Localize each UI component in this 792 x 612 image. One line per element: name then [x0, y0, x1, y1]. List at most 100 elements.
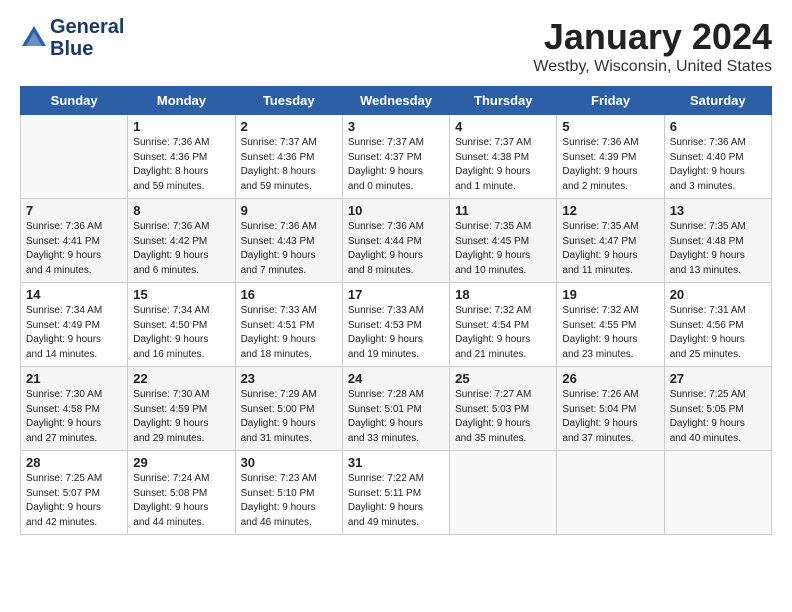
calendar-cell: 13 Sunrise: 7:35 AM Sunset: 4:48 PM Dayli…: [664, 199, 771, 283]
day-number: 21: [26, 371, 122, 386]
location: Westby, Wisconsin, United States: [533, 58, 772, 76]
day-info: Sunrise: 7:27 AM Sunset: 5:03 PM Dayligh…: [455, 388, 551, 446]
header: General Blue January 2024 Westby, Wiscon…: [20, 16, 772, 76]
calendar-cell: [664, 451, 771, 535]
calendar-cell: 4Sunrise: 7:37 AM Sunset: 4:38 PM Daylig…: [450, 115, 557, 199]
day-info: Sunrise: 7:37 AM Sunset: 4:37 PM Dayligh…: [348, 136, 444, 194]
calendar-cell: 31 Sunrise: 7:22 AM Sunset: 5:11 PM Dayli…: [342, 451, 449, 535]
calendar-cell: 1Sunrise: 7:36 AM Sunset: 4:36 PM Daylig…: [128, 115, 235, 199]
day-info: Sunrise: 7:34 AM Sunset: 4:49 PM Dayligh…: [26, 304, 122, 362]
calendar-cell: 9Sunrise: 7:36 AM Sunset: 4:43 PM Daylig…: [235, 199, 342, 283]
logo-text: General Blue: [50, 16, 124, 60]
month-title: January 2024: [533, 16, 772, 58]
calendar-cell: 17 Sunrise: 7:33 AM Sunset: 4:53 PM Dayli…: [342, 283, 449, 367]
day-info: Sunrise: 7:34 AM Sunset: 4:50 PM Dayligh…: [133, 304, 229, 362]
calendar-cell: 12 Sunrise: 7:35 AM Sunset: 4:47 PM Dayli…: [557, 199, 664, 283]
day-number: 10: [348, 203, 444, 218]
calendar-cell: 27 Sunrise: 7:25 AM Sunset: 5:05 PM Dayli…: [664, 367, 771, 451]
calendar-week-2: 7 Sunrise: 7:36 AM Sunset: 4:41 PM Daylig…: [21, 199, 772, 283]
calendar-cell: 6 Sunrise: 7:36 AM Sunset: 4:40 PM Daylig…: [664, 115, 771, 199]
day-info: Sunrise: 7:32 AM Sunset: 4:54 PM Dayligh…: [455, 304, 551, 362]
day-number: 30: [241, 455, 337, 470]
weekday-header-thursday: Thursday: [450, 87, 557, 115]
weekday-header-friday: Friday: [557, 87, 664, 115]
day-number: 25: [455, 371, 551, 386]
day-info: Sunrise: 7:32 AM Sunset: 4:55 PM Dayligh…: [562, 304, 658, 362]
day-number: 13: [670, 203, 766, 218]
day-number: 26: [562, 371, 658, 386]
calendar-cell: 22Sunrise: 7:30 AM Sunset: 4:59 PM Dayli…: [128, 367, 235, 451]
weekday-header-monday: Monday: [128, 87, 235, 115]
calendar-week-5: 28 Sunrise: 7:25 AM Sunset: 5:07 PM Dayli…: [21, 451, 772, 535]
day-info: Sunrise: 7:36 AM Sunset: 4:41 PM Dayligh…: [26, 220, 122, 278]
calendar-cell: 26 Sunrise: 7:26 AM Sunset: 5:04 PM Dayli…: [557, 367, 664, 451]
calendar-cell: [21, 115, 128, 199]
weekday-header-wednesday: Wednesday: [342, 87, 449, 115]
calendar-cell: 3 Sunrise: 7:37 AM Sunset: 4:37 PM Daylig…: [342, 115, 449, 199]
day-number: 22: [133, 371, 229, 386]
weekday-header-sunday: Sunday: [21, 87, 128, 115]
calendar-cell: [557, 451, 664, 535]
calendar-cell: 20 Sunrise: 7:31 AM Sunset: 4:56 PM Dayli…: [664, 283, 771, 367]
day-info: Sunrise: 7:36 AM Sunset: 4:40 PM Dayligh…: [670, 136, 766, 194]
day-info: Sunrise: 7:36 AM Sunset: 4:42 PM Dayligh…: [133, 220, 229, 278]
day-number: 1: [133, 119, 229, 134]
page: General Blue January 2024 Westby, Wiscon…: [0, 0, 792, 545]
day-number: 17: [348, 287, 444, 302]
day-number: 23: [241, 371, 337, 386]
day-number: 15: [133, 287, 229, 302]
day-number: 7: [26, 203, 122, 218]
calendar-cell: 8Sunrise: 7:36 AM Sunset: 4:42 PM Daylig…: [128, 199, 235, 283]
calendar-cell: 21 Sunrise: 7:30 AM Sunset: 4:58 PM Dayli…: [21, 367, 128, 451]
day-number: 28: [26, 455, 122, 470]
day-info: Sunrise: 7:35 AM Sunset: 4:48 PM Dayligh…: [670, 220, 766, 278]
day-number: 12: [562, 203, 658, 218]
day-info: Sunrise: 7:33 AM Sunset: 4:53 PM Dayligh…: [348, 304, 444, 362]
calendar-cell: 29 Sunrise: 7:24 AM Sunset: 5:08 PM Dayli…: [128, 451, 235, 535]
day-number: 18: [455, 287, 551, 302]
day-info: Sunrise: 7:25 AM Sunset: 5:07 PM Dayligh…: [26, 472, 122, 530]
day-number: 4: [455, 119, 551, 134]
calendar-week-3: 14 Sunrise: 7:34 AM Sunset: 4:49 PM Dayli…: [21, 283, 772, 367]
weekday-header-tuesday: Tuesday: [235, 87, 342, 115]
calendar-cell: 15 Sunrise: 7:34 AM Sunset: 4:50 PM Dayli…: [128, 283, 235, 367]
calendar-cell: 5Sunrise: 7:36 AM Sunset: 4:39 PM Daylig…: [557, 115, 664, 199]
day-number: 31: [348, 455, 444, 470]
day-number: 3: [348, 119, 444, 134]
day-number: 11: [455, 203, 551, 218]
logo: General Blue: [20, 16, 124, 60]
calendar-cell: 2Sunrise: 7:37 AM Sunset: 4:36 PM Daylig…: [235, 115, 342, 199]
day-number: 6: [670, 119, 766, 134]
calendar-cell: 16Sunrise: 7:33 AM Sunset: 4:51 PM Dayli…: [235, 283, 342, 367]
calendar-cell: 11Sunrise: 7:35 AM Sunset: 4:45 PM Dayli…: [450, 199, 557, 283]
calendar-cell: 30 Sunrise: 7:23 AM Sunset: 5:10 PM Dayli…: [235, 451, 342, 535]
day-info: Sunrise: 7:36 AM Sunset: 4:43 PM Dayligh…: [241, 220, 337, 278]
day-number: 2: [241, 119, 337, 134]
calendar-cell: 14 Sunrise: 7:34 AM Sunset: 4:49 PM Dayli…: [21, 283, 128, 367]
logo-icon: [20, 24, 48, 52]
day-number: 27: [670, 371, 766, 386]
calendar-cell: 10 Sunrise: 7:36 AM Sunset: 4:44 PM Dayli…: [342, 199, 449, 283]
day-info: Sunrise: 7:29 AM Sunset: 5:00 PM Dayligh…: [241, 388, 337, 446]
weekday-header-saturday: Saturday: [664, 87, 771, 115]
day-number: 29: [133, 455, 229, 470]
day-info: Sunrise: 7:22 AM Sunset: 5:11 PM Dayligh…: [348, 472, 444, 530]
day-number: 14: [26, 287, 122, 302]
calendar-cell: 25 Sunrise: 7:27 AM Sunset: 5:03 PM Dayli…: [450, 367, 557, 451]
day-info: Sunrise: 7:25 AM Sunset: 5:05 PM Dayligh…: [670, 388, 766, 446]
calendar-cell: 19 Sunrise: 7:32 AM Sunset: 4:55 PM Dayli…: [557, 283, 664, 367]
calendar-cell: 24Sunrise: 7:28 AM Sunset: 5:01 PM Dayli…: [342, 367, 449, 451]
calendar-cell: 23 Sunrise: 7:29 AM Sunset: 5:00 PM Dayli…: [235, 367, 342, 451]
day-info: Sunrise: 7:26 AM Sunset: 5:04 PM Dayligh…: [562, 388, 658, 446]
calendar-week-1: 1Sunrise: 7:36 AM Sunset: 4:36 PM Daylig…: [21, 115, 772, 199]
day-info: Sunrise: 7:23 AM Sunset: 5:10 PM Dayligh…: [241, 472, 337, 530]
day-number: 24: [348, 371, 444, 386]
day-info: Sunrise: 7:24 AM Sunset: 5:08 PM Dayligh…: [133, 472, 229, 530]
day-info: Sunrise: 7:35 AM Sunset: 4:47 PM Dayligh…: [562, 220, 658, 278]
day-info: Sunrise: 7:31 AM Sunset: 4:56 PM Dayligh…: [670, 304, 766, 362]
day-number: 20: [670, 287, 766, 302]
day-info: Sunrise: 7:33 AM Sunset: 4:51 PM Dayligh…: [241, 304, 337, 362]
day-info: Sunrise: 7:30 AM Sunset: 4:58 PM Dayligh…: [26, 388, 122, 446]
day-number: 19: [562, 287, 658, 302]
day-info: Sunrise: 7:36 AM Sunset: 4:44 PM Dayligh…: [348, 220, 444, 278]
